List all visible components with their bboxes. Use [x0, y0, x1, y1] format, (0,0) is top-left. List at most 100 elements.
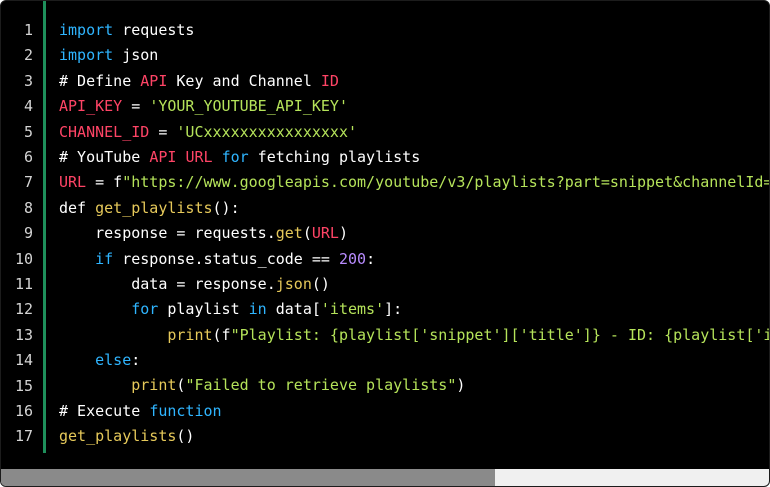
line-number: 8	[23, 198, 33, 217]
line-number: 15	[14, 376, 33, 395]
code-line: print("Failed to retrieve playlists")	[59, 373, 769, 398]
code-line: API_KEY = 'YOUR_YOUTUBE_API_KEY'	[59, 94, 769, 119]
code-token: "Failed to retrieve playlists"	[185, 376, 457, 395]
code-token: get_playlists	[59, 427, 177, 446]
code-token: API_KEY	[59, 97, 123, 116]
code-line: else:	[59, 348, 769, 373]
code-token: json	[113, 46, 159, 65]
code-token: API	[140, 71, 168, 90]
horizontal-scrollbar[interactable]	[1, 469, 769, 486]
code-token: CHANNEL_ID	[59, 122, 150, 141]
code-token: json	[275, 274, 312, 293]
code-token: URL	[185, 147, 213, 166]
code-token: print	[131, 376, 177, 395]
code-token: # Define	[59, 71, 141, 90]
line-number: 4	[23, 97, 33, 116]
code-line: if response.status_code == 200:	[59, 247, 769, 272]
code-content[interactable]: import requests import json # Define API K…	[59, 18, 769, 450]
code-token: Key and Channel	[167, 71, 321, 90]
line-number: 13	[14, 325, 33, 344]
code-token: response.status_code ==	[113, 249, 339, 268]
code-token: print	[167, 325, 213, 344]
code-line: CHANNEL_ID = 'UCxxxxxxxxxxxxxxxx'	[59, 120, 769, 145]
code-token: 200	[338, 249, 367, 268]
code-token: (	[302, 224, 312, 243]
code-token: =	[122, 97, 150, 116]
code-token: requests	[113, 21, 195, 39]
code-token: = f	[86, 173, 123, 192]
code-line: def get_playlists():	[59, 196, 769, 221]
code-token: data = response.	[59, 274, 276, 293]
code-token: # YouTube	[59, 147, 150, 166]
code-token: "https://www.googleapis.com/youtube/v3/p…	[122, 173, 769, 192]
code-token: API	[149, 147, 177, 166]
code-line: # Define API Key and Channel ID	[59, 69, 769, 94]
line-number: 12	[14, 300, 33, 319]
code-token: in	[248, 300, 267, 319]
code-token: get	[275, 224, 303, 243]
code-line: import json	[59, 43, 769, 68]
code-line: for playlist in data['items']:	[59, 297, 769, 322]
code-token: else	[95, 351, 132, 370]
scrollbar-thumb[interactable]	[1, 469, 495, 486]
code-token: data[	[266, 300, 321, 319]
line-number: 14	[14, 351, 33, 370]
line-number: 6	[23, 148, 33, 166]
code-token: ():	[212, 198, 240, 217]
code-token: response = requests.	[59, 224, 276, 243]
code-token: import	[59, 21, 114, 39]
line-number: 9	[23, 224, 33, 243]
code-line: import requests	[59, 18, 769, 43]
code-line: URL = f"https://www.googleapis.com/youtu…	[59, 170, 769, 195]
code-token: fetching playlists	[248, 147, 421, 166]
line-number: 7	[23, 173, 33, 192]
code-token: function	[149, 401, 222, 420]
code-token: 'YOUR_YOUTUBE_API_KEY'	[149, 97, 348, 116]
code-token: "Playlist: {playlist['snippet']['title']…	[230, 325, 769, 344]
code-token: URL	[311, 224, 339, 243]
code-line: print(f"Playlist: {playlist['snippet']['…	[59, 323, 769, 348]
code-line: data = response.json()	[59, 272, 769, 297]
code-token: )	[456, 376, 466, 395]
line-number: 11	[14, 275, 33, 293]
code-token: =	[149, 122, 177, 141]
line-number: 2	[23, 46, 33, 65]
line-number: 1	[23, 21, 33, 39]
code-token: 'UCxxxxxxxxxxxxxxxx'	[176, 122, 358, 141]
code-token: :	[131, 351, 141, 370]
code-token: 'items'	[320, 300, 385, 319]
code-token: if	[95, 249, 114, 268]
line-number: 3	[23, 71, 33, 90]
code-token: # Execute	[59, 401, 150, 420]
line-number-gutter: 1 2 3 4 5 6 7 8 9 10 11 12 13 14 15 16 17	[1, 1, 46, 453]
code-token: :	[366, 249, 376, 268]
code-token: ()	[176, 427, 195, 446]
code-token: for	[221, 147, 249, 166]
line-number: 10	[14, 249, 33, 268]
code-token: ()	[311, 274, 330, 293]
code-token: (f	[212, 325, 231, 344]
code-token: URL	[59, 173, 87, 192]
code-line: get_playlists()	[59, 424, 769, 449]
code-token: import	[59, 46, 114, 65]
code-block: 1 2 3 4 5 6 7 8 9 10 11 12 13 14 15 16 17 import request…	[0, 0, 770, 487]
code-token: ID	[320, 71, 339, 90]
line-number: 16	[14, 402, 33, 420]
line-number: 17	[14, 427, 33, 446]
code-token: playlist	[158, 300, 249, 319]
code-line: # YouTube API URL for fetching playlists	[59, 145, 769, 170]
code-token: ]:	[384, 300, 403, 319]
code-line: response = requests.get(URL)	[59, 221, 769, 246]
code-token: def	[59, 198, 96, 217]
code-token: get_playlists	[95, 198, 213, 217]
code-token: for	[131, 300, 159, 319]
line-number: 5	[23, 122, 33, 141]
code-token: )	[338, 224, 348, 243]
code-line: # Execute function	[59, 399, 769, 424]
